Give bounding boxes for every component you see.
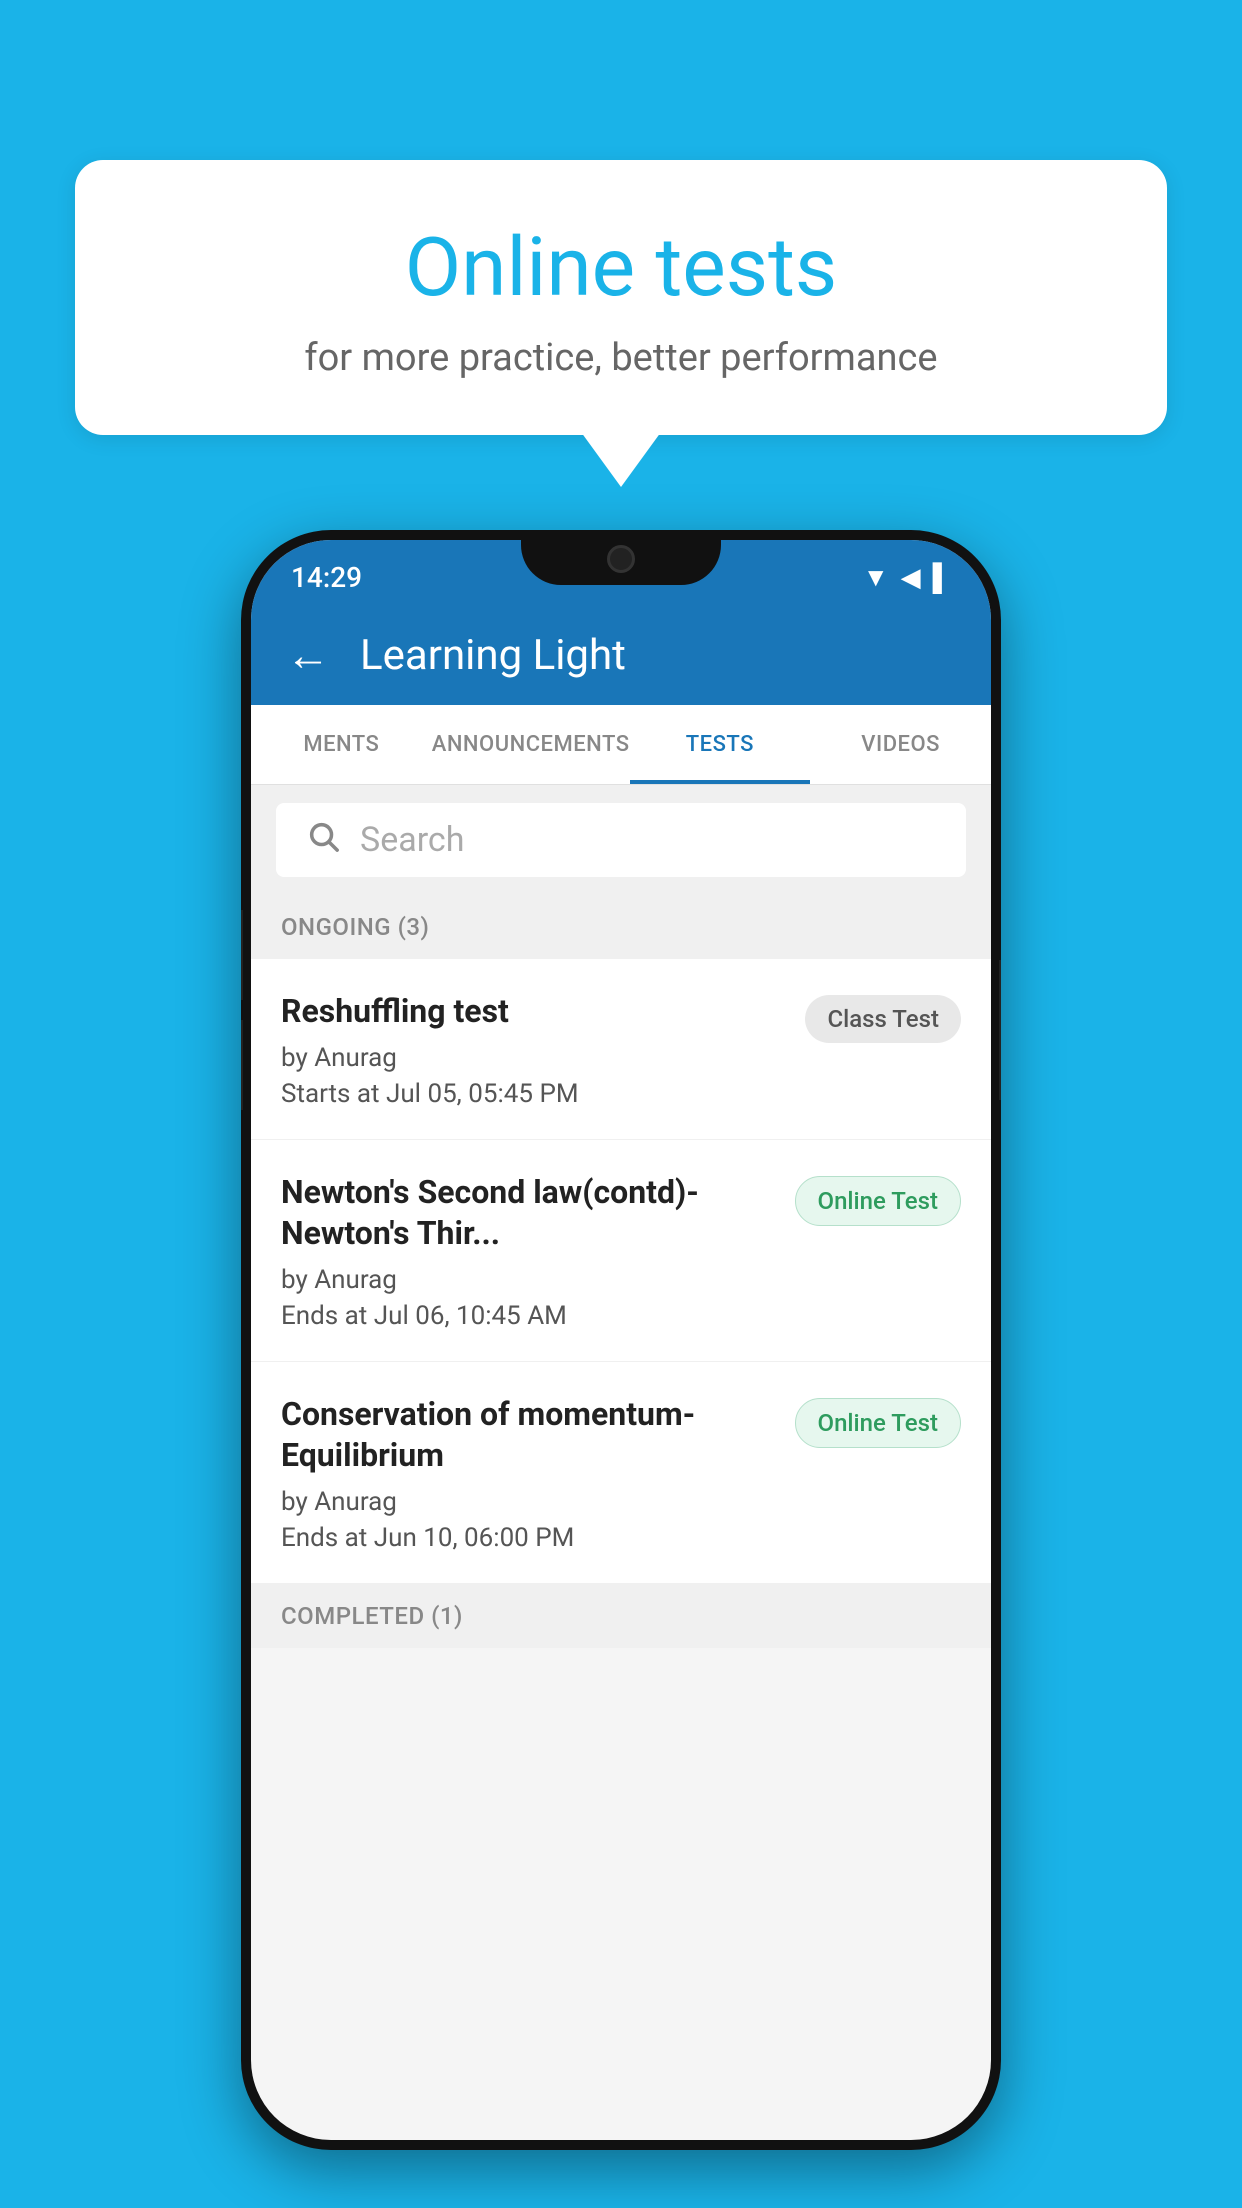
test-item[interactable]: Conservation of momentum-Equilibrium by … (251, 1362, 991, 1584)
search-bar[interactable]: Search (276, 803, 966, 877)
test-info: Conservation of momentum-Equilibrium by … (281, 1394, 775, 1553)
test-item[interactable]: Newton's Second law(contd)-Newton's Thir… (251, 1140, 991, 1362)
test-badge-class: Class Test (805, 995, 961, 1043)
app-title: Learning Light (360, 631, 626, 680)
test-name: Reshuffling test (281, 991, 785, 1033)
tab-announcements[interactable]: ANNOUNCEMENTS (432, 705, 630, 784)
test-date: Ends at Jul 06, 10:45 AM (281, 1301, 775, 1331)
test-badge-online: Online Test (795, 1176, 961, 1226)
promo-title: Online tests (145, 220, 1097, 316)
search-container: Search (251, 785, 991, 895)
tab-ments[interactable]: MENTS (251, 705, 432, 784)
completed-section-label: COMPLETED (1) (251, 1584, 991, 1648)
status-icons: ▼ ◀ ▌ (863, 562, 951, 593)
test-info: Newton's Second law(contd)-Newton's Thir… (281, 1172, 775, 1331)
test-author: by Anurag (281, 1265, 775, 1295)
back-button[interactable]: ← (286, 629, 330, 681)
wifi-icon: ▼ (863, 562, 889, 593)
test-name: Conservation of momentum-Equilibrium (281, 1394, 775, 1477)
signal-icon: ◀ (901, 563, 921, 593)
test-date: Ends at Jun 10, 06:00 PM (281, 1523, 775, 1553)
battery-icon: ▌ (933, 562, 951, 593)
status-time: 14:29 (291, 561, 362, 594)
app-header: ← Learning Light (251, 605, 991, 705)
power-button[interactable] (999, 960, 1001, 1100)
volume-up-button[interactable] (241, 910, 243, 1000)
test-author: by Anurag (281, 1043, 785, 1073)
tab-tests[interactable]: TESTS (630, 705, 811, 784)
search-placeholder: Search (360, 820, 464, 860)
tab-videos[interactable]: VIDEOS (810, 705, 991, 784)
phone-screen: 14:29 ▼ ◀ ▌ ← Learning Light MENTS ANNOU… (251, 540, 991, 2140)
ongoing-section-label: ONGOING (3) (251, 895, 991, 959)
test-author: by Anurag (281, 1487, 775, 1517)
test-item[interactable]: Reshuffling test by Anurag Starts at Jul… (251, 959, 991, 1140)
phone-frame: 14:29 ▼ ◀ ▌ ← Learning Light MENTS ANNOU… (241, 530, 1001, 2150)
volume-down-button[interactable] (241, 1020, 243, 1110)
tabs-bar: MENTS ANNOUNCEMENTS TESTS VIDEOS (251, 705, 991, 785)
test-badge-online: Online Test (795, 1398, 961, 1448)
test-date: Starts at Jul 05, 05:45 PM (281, 1079, 785, 1109)
promo-card: Online tests for more practice, better p… (75, 160, 1167, 435)
test-name: Newton's Second law(contd)-Newton's Thir… (281, 1172, 775, 1255)
promo-subtitle: for more practice, better performance (145, 336, 1097, 380)
test-info: Reshuffling test by Anurag Starts at Jul… (281, 991, 785, 1109)
test-list: Reshuffling test by Anurag Starts at Jul… (251, 959, 991, 1584)
search-icon (306, 819, 340, 862)
front-camera (607, 545, 635, 573)
phone-notch (521, 530, 721, 585)
